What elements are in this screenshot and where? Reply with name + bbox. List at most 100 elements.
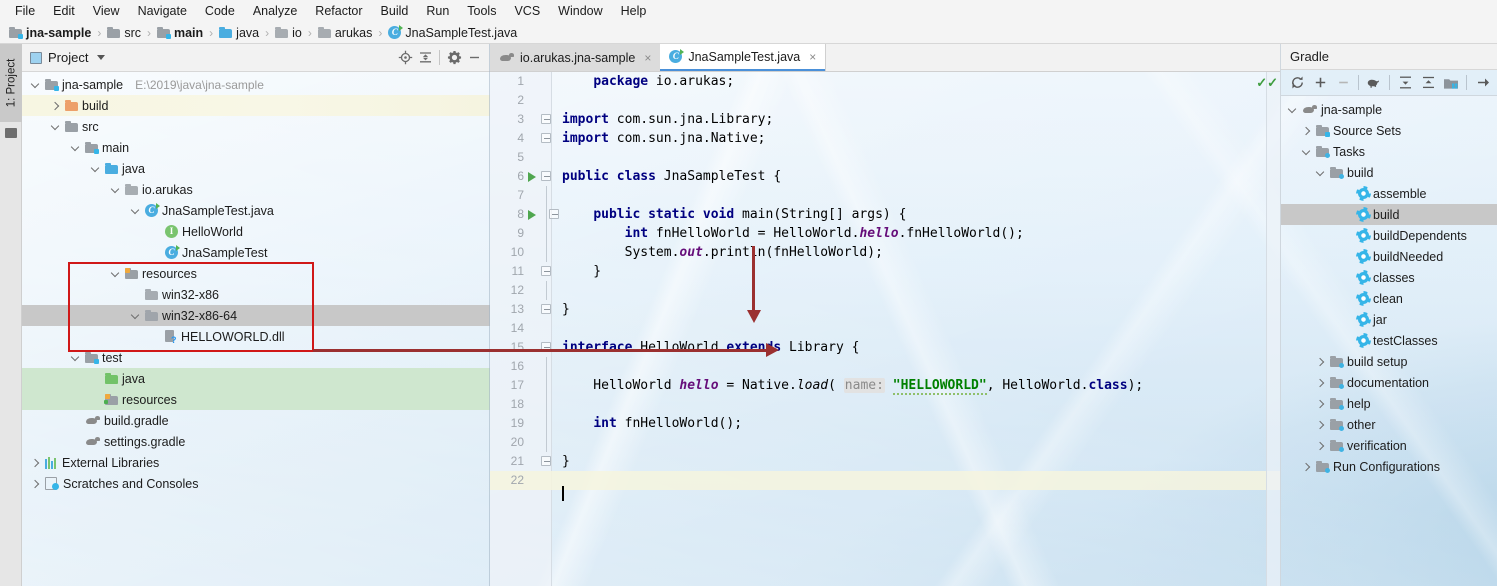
gradle-tree-row[interactable]: other: [1281, 414, 1497, 435]
fold-marker[interactable]: [540, 148, 552, 167]
editor-marker-bar[interactable]: ✓✓: [1256, 72, 1280, 586]
code-line[interactable]: 14: [490, 319, 1280, 338]
code-line[interactable]: 4 import com.sun.jna.Native;: [490, 129, 1280, 148]
code-text[interactable]: public static void main(String[] args) {: [552, 205, 906, 224]
breadcrumb-item-jna-sample[interactable]: jna-sample: [7, 26, 93, 40]
project-tree-row[interactable]: src: [22, 116, 490, 137]
gradle-tree-row[interactable]: verification: [1281, 435, 1497, 456]
code-text[interactable]: int fnHelloWorld();: [552, 414, 742, 433]
chevron-right-icon[interactable]: [1315, 356, 1326, 367]
fold-marker[interactable]: [540, 471, 552, 490]
gutter-marker[interactable]: [526, 338, 540, 357]
code-line[interactable]: 10 System.out.println(fnHelloWorld);: [490, 243, 1280, 262]
gradle-tree-row[interactable]: testClasses: [1281, 330, 1497, 351]
code-line[interactable]: 16: [490, 357, 1280, 376]
menu-item-tools[interactable]: Tools: [458, 2, 505, 20]
toggle-tasks-icon[interactable]: [1440, 72, 1462, 94]
add-icon[interactable]: [1309, 72, 1331, 94]
code-text[interactable]: package io.arukas;: [552, 72, 734, 91]
fold-marker[interactable]: [540, 72, 552, 91]
breadcrumb-item-io[interactable]: io: [273, 26, 304, 40]
fold-toggle-icon[interactable]: [549, 209, 559, 219]
hide-panel-icon[interactable]: [464, 48, 484, 68]
chevron-down-icon[interactable]: [50, 121, 61, 132]
collapse-all-icon[interactable]: [415, 48, 435, 68]
project-tree-row[interactable]: jna-sample E:\2019\java\jna-sample: [22, 74, 490, 95]
gutter-marker[interactable]: [526, 91, 540, 110]
code-line[interactable]: 20: [490, 433, 1280, 452]
menu-item-view[interactable]: View: [84, 2, 129, 20]
gradle-tree-row[interactable]: classes: [1281, 267, 1497, 288]
locate-icon[interactable]: [395, 48, 415, 68]
chevron-right-icon[interactable]: [1315, 377, 1326, 388]
code-line[interactable]: 17 HelloWorld hello = Native.load( name:…: [490, 376, 1280, 395]
fold-marker[interactable]: [540, 243, 552, 262]
gradle-tree-row[interactable]: Source Sets: [1281, 120, 1497, 141]
fold-marker[interactable]: [540, 338, 552, 357]
gutter-marker[interactable]: [526, 376, 540, 395]
chevron-down-icon[interactable]: [97, 55, 106, 60]
refresh-icon[interactable]: [1286, 72, 1308, 94]
project-tree-row[interactable]: settings.gradle: [22, 431, 490, 452]
gradle-tree[interactable]: jna-sample Source Sets Tasks build assemble b…: [1281, 96, 1497, 586]
project-tree-row[interactable]: Scratches and Consoles: [22, 473, 490, 494]
chevron-right-icon[interactable]: [1315, 398, 1326, 409]
inspection-ok-icon[interactable]: ✓✓: [1256, 76, 1278, 89]
panel-splitter-left[interactable]: [489, 44, 490, 586]
fold-marker[interactable]: [540, 452, 552, 471]
menu-item-analyze[interactable]: Analyze: [244, 2, 306, 20]
project-tree-row[interactable]: I HelloWorld: [22, 221, 490, 242]
code-text[interactable]: import com.sun.jna.Library;: [552, 110, 773, 129]
menu-item-help[interactable]: Help: [612, 2, 656, 20]
gutter-marker[interactable]: [526, 471, 540, 490]
menu-item-navigate[interactable]: Navigate: [129, 2, 196, 20]
fold-marker[interactable]: [540, 376, 552, 395]
gradle-tree-row[interactable]: buildDependents: [1281, 225, 1497, 246]
breadcrumb-item-arukas[interactable]: arukas: [316, 26, 375, 40]
gradle-tree-row[interactable]: jar: [1281, 309, 1497, 330]
gradle-tree-row[interactable]: Tasks: [1281, 141, 1497, 162]
gutter-marker[interactable]: [526, 224, 540, 243]
gutter-marker[interactable]: [526, 262, 540, 281]
menu-item-run[interactable]: Run: [417, 2, 458, 20]
code-line[interactable]: 15 interface HelloWorld extends Library {: [490, 338, 1280, 357]
fold-marker[interactable]: [540, 91, 552, 110]
project-tree-row[interactable]: External Libraries: [22, 452, 490, 473]
project-tree-row[interactable]: HELLOWORLD.dll: [22, 326, 490, 347]
gutter-marker[interactable]: [526, 281, 540, 300]
menu-item-refactor[interactable]: Refactor: [306, 2, 371, 20]
breadcrumb-item-jnasampletest-java[interactable]: C JnaSampleTest.java: [386, 25, 519, 40]
code-line[interactable]: 18: [490, 395, 1280, 414]
editor-tab-io-arukas-jna-sample[interactable]: io.arukas.jna-sample ×: [490, 44, 661, 71]
menu-item-file[interactable]: File: [6, 2, 44, 20]
code-viewport[interactable]: 1 package io.arukas; 2 3 import com.sun.jna…: [490, 72, 1280, 586]
project-tree-row[interactable]: resources: [22, 263, 490, 284]
fold-marker[interactable]: [540, 433, 552, 452]
project-tree-row[interactable]: build.gradle: [22, 410, 490, 431]
project-tree-row[interactable]: build: [22, 95, 490, 116]
fold-marker[interactable]: [540, 110, 552, 129]
fold-toggle-icon[interactable]: [541, 342, 551, 352]
chevron-down-icon[interactable]: [1301, 146, 1312, 157]
gutter-marker[interactable]: [526, 167, 540, 186]
run-gutter-icon[interactable]: [528, 172, 536, 182]
gutter-marker[interactable]: [526, 414, 540, 433]
code-line[interactable]: 11 }: [490, 262, 1280, 281]
code-text[interactable]: }: [552, 300, 570, 319]
code-line[interactable]: 22: [490, 471, 1280, 501]
fold-marker[interactable]: [540, 300, 552, 319]
gear-icon[interactable]: [444, 48, 464, 68]
gradle-elephant-icon[interactable]: [1363, 72, 1385, 94]
gradle-tree-row[interactable]: clean: [1281, 288, 1497, 309]
gradle-tree-row[interactable]: buildNeeded: [1281, 246, 1497, 267]
project-tree-row[interactable]: C JnaSampleTest: [22, 242, 490, 263]
chevron-down-icon[interactable]: [70, 352, 81, 363]
code-text[interactable]: public class JnaSampleTest {: [552, 167, 781, 186]
gutter-marker[interactable]: [526, 129, 540, 148]
code-text[interactable]: [552, 471, 568, 501]
fold-marker[interactable]: [540, 357, 552, 376]
chevron-right-icon[interactable]: [50, 100, 61, 111]
project-tree[interactable]: jna-sample E:\2019\java\jna-sample build sr…: [22, 72, 490, 586]
fold-marker[interactable]: [540, 395, 552, 414]
project-tool-window-icon[interactable]: [5, 128, 17, 138]
